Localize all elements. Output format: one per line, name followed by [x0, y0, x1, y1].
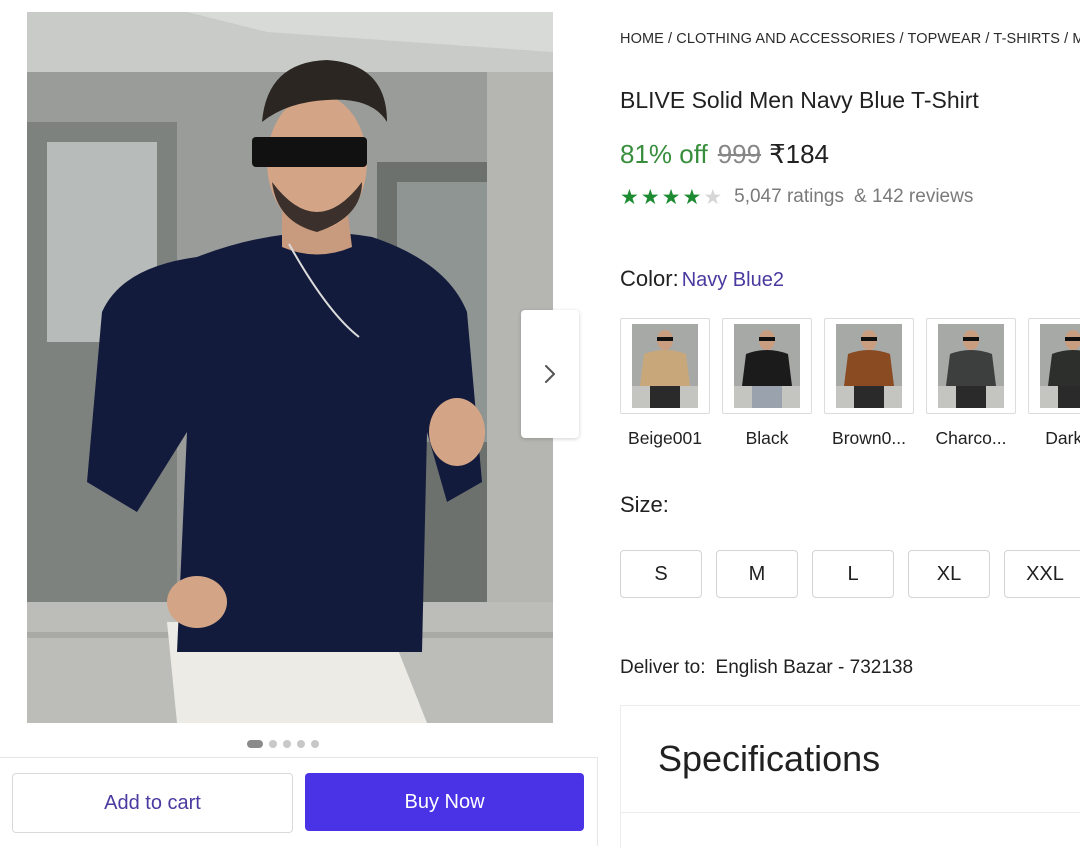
color-label: Color: — [620, 266, 679, 291]
selling-price: ₹184 — [769, 139, 830, 169]
discount-label: 81% off — [620, 139, 708, 169]
swatch-thumbnail — [824, 318, 914, 414]
color-swatch[interactable]: Charco... — [926, 318, 1016, 449]
price-row: 81% off 999 ₹184 — [620, 139, 829, 170]
size-option-xxl[interactable]: XXL — [1004, 550, 1080, 598]
star-icon: ★ — [682, 185, 702, 209]
swatch-label: Dark G — [1045, 428, 1080, 448]
swatch-thumbnail — [926, 318, 1016, 414]
product-image[interactable] — [27, 12, 553, 723]
breadcrumb[interactable]: HOME / CLOTHING AND ACCESSORIES / TOPWEA… — [620, 31, 1080, 47]
swatch-label: Black — [745, 428, 789, 448]
star-rating: ★ ★ ★ ★ ★ — [620, 187, 722, 208]
specifications-title: Specifications — [658, 738, 881, 779]
swatch-thumbnail — [1028, 318, 1080, 414]
star-icon: ★ — [640, 185, 660, 209]
reviews-count: & 142 reviews — [854, 186, 974, 207]
pagination-dot[interactable] — [269, 740, 277, 748]
product-photo — [27, 12, 553, 723]
color-section: Color: Navy Blue2 — [620, 266, 784, 292]
divider — [621, 812, 1080, 813]
star-icon: ★ — [620, 185, 639, 209]
specifications-card[interactable]: Specifications — [620, 705, 1080, 848]
star-icon: ★ — [661, 185, 681, 209]
pagination-dot-active[interactable] — [247, 740, 263, 748]
swatch-photo — [632, 324, 698, 408]
size-option-m[interactable]: M — [716, 550, 798, 598]
swatch-thumbnail — [620, 318, 710, 414]
swatch-photo — [734, 324, 800, 408]
swatch-photo — [836, 324, 902, 408]
delivery-location: English Bazar - 732138 — [715, 657, 914, 678]
product-title: BLIVE Solid Men Navy Blue T-Shirt — [620, 87, 979, 113]
swatch-label: Charco... — [935, 428, 1007, 448]
color-swatch[interactable]: Brown0... — [824, 318, 914, 449]
color-swatch[interactable]: Black — [722, 318, 812, 449]
pagination-dot[interactable] — [311, 740, 319, 748]
pagination-dot[interactable] — [297, 740, 305, 748]
color-swatch[interactable]: Dark G — [1028, 318, 1080, 449]
color-swatch[interactable]: Beige001 — [620, 318, 710, 449]
deliver-label: Deliver to: — [620, 657, 706, 678]
size-option-l[interactable]: L — [812, 550, 894, 598]
swatch-photo — [1040, 324, 1080, 408]
delivery-row[interactable]: Deliver to: English Bazar - 732138 — [620, 657, 913, 679]
swatch-thumbnail — [722, 318, 812, 414]
size-option-xl[interactable]: XL — [908, 550, 990, 598]
rating-row[interactable]: ★ ★ ★ ★ ★ 5,047 ratings & 142 reviews — [620, 186, 973, 208]
buy-now-button[interactable]: Buy Now — [305, 773, 584, 831]
mrp-price: 999 — [717, 139, 762, 169]
star-icon: ★ — [703, 185, 723, 209]
chevron-right-icon — [545, 365, 555, 383]
swatch-photo — [938, 324, 1004, 408]
image-pagination-dots — [247, 740, 319, 748]
swatch-label: Brown0... — [832, 428, 906, 448]
selected-color: Navy Blue2 — [681, 269, 784, 291]
pagination-dot[interactable] — [283, 740, 291, 748]
size-option-s[interactable]: S — [620, 550, 702, 598]
color-swatches: Beige001 Black Brown0... Charco... Dark G — [620, 318, 1080, 449]
add-to-cart-button[interactable]: Add to cart — [12, 773, 293, 833]
cta-bar: Add to cart Buy Now — [0, 757, 598, 846]
ratings-count: 5,047 ratings — [734, 186, 844, 207]
size-options: S M L XL XXL — [620, 550, 1080, 598]
size-label: Size: — [620, 492, 669, 517]
next-image-button[interactable] — [521, 310, 579, 438]
swatch-label: Beige001 — [628, 428, 702, 448]
